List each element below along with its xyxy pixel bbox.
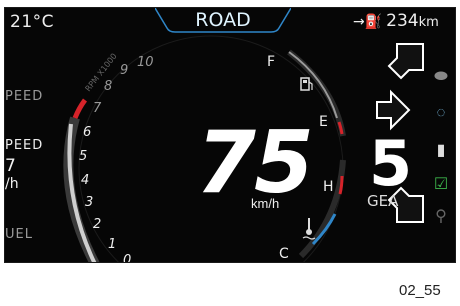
tach-tick-10: 10 bbox=[137, 55, 154, 70]
tach-redline bbox=[72, 98, 88, 119]
speed-unit: km/h bbox=[251, 196, 280, 211]
speed-value: 75 bbox=[196, 113, 314, 213]
tach-tick-5: 5 bbox=[79, 149, 87, 164]
callout-arrow-top bbox=[387, 43, 424, 80]
tach-tick-9: 9 bbox=[120, 63, 128, 78]
chat-icon: ◌ bbox=[436, 104, 446, 121]
temp-hot-label: H bbox=[323, 179, 334, 195]
tach-tick-2: 2 bbox=[93, 217, 101, 232]
temp-cold-label: C bbox=[279, 246, 289, 262]
dashboard-screen: 21°C ROAD →⛽ 234km PEED PEED 7 /h UEL 0 1 bbox=[4, 7, 456, 263]
coolant-temp-icon bbox=[302, 218, 316, 240]
battery-icon: ▮ bbox=[436, 142, 446, 159]
tach-rpm-label: RPM X1000 bbox=[83, 52, 118, 94]
figure-caption: 02_55 bbox=[399, 282, 441, 299]
phone-check-icon: ☑ bbox=[433, 176, 449, 193]
tach-tick-0: 0 bbox=[123, 253, 131, 263]
fuel-pump-icon bbox=[300, 77, 313, 91]
callout-arrow-middle bbox=[376, 89, 411, 131]
gear-label: GEA bbox=[367, 192, 399, 210]
figure-frame: 21°C ROAD →⛽ 234km PEED PEED 7 /h UEL 0 1 bbox=[0, 0, 460, 306]
fuel-empty-label: E bbox=[319, 114, 328, 130]
tach-tick-8: 8 bbox=[104, 79, 112, 94]
tach-tick-1: 1 bbox=[108, 237, 116, 252]
tach-tick-3: 3 bbox=[85, 195, 93, 210]
location-pin-icon: ⚲ bbox=[435, 208, 447, 225]
tach-tick-6: 6 bbox=[83, 125, 91, 140]
tach-tick-4: 4 bbox=[81, 173, 89, 188]
fuel-full-label: F bbox=[267, 54, 275, 70]
tach-tick-7: 7 bbox=[93, 101, 102, 116]
helmet-icon: ⬬ bbox=[434, 68, 448, 85]
gear-value: 5 bbox=[369, 127, 413, 200]
